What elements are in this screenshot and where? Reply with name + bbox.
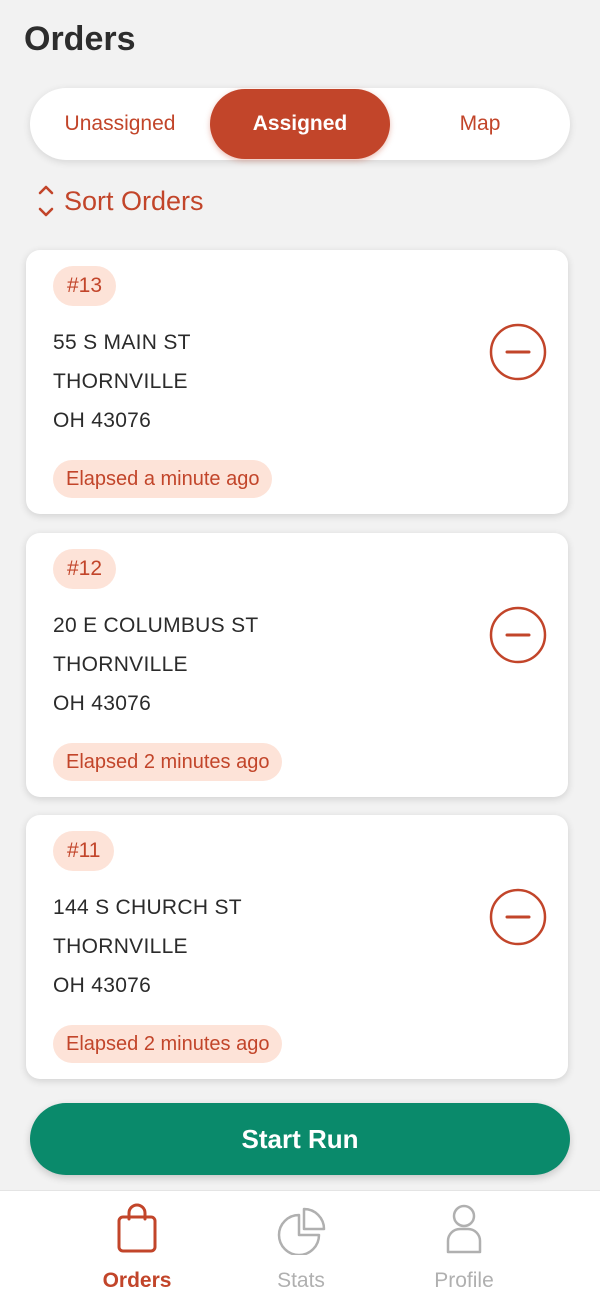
start-run-button[interactable]: Start Run (30, 1103, 570, 1175)
order-card[interactable]: #11 144 S CHURCH ST THORNVILLE OH 43076 … (26, 815, 568, 1079)
remove-order-icon[interactable] (488, 887, 548, 947)
order-card[interactable]: #12 20 E COLUMBUS ST THORNVILLE OH 43076… (26, 533, 568, 797)
order-tabs: Unassigned Assigned Map (30, 88, 570, 160)
elapsed-badge: Elapsed 2 minutes ago (53, 743, 283, 781)
bottom-nav: Orders Stats Profile (0, 1190, 600, 1299)
pie-chart-icon (277, 1207, 326, 1255)
nav-item-orders[interactable]: Orders (67, 1191, 207, 1299)
elapsed-badge: Elapsed 2 minutes ago (53, 1025, 283, 1063)
sort-updown-icon (38, 185, 54, 217)
order-city: THORNVILLE (53, 935, 188, 958)
nav-label-profile: Profile (434, 1269, 494, 1292)
order-state-zip: OH 43076 (53, 974, 152, 997)
remove-order-icon[interactable] (488, 322, 548, 382)
nav-label-orders: Orders (102, 1269, 172, 1292)
order-street: 20 E COLUMBUS ST (53, 614, 259, 637)
page-title: Orders (24, 20, 136, 58)
order-city: THORNVILLE (53, 370, 188, 393)
order-state-zip: OH 43076 (53, 409, 152, 432)
order-street: 55 S MAIN ST (53, 331, 191, 354)
order-city: THORNVILLE (53, 653, 188, 676)
nav-item-stats[interactable]: Stats (231, 1191, 371, 1299)
nav-item-profile[interactable]: Profile (394, 1191, 534, 1299)
order-number-badge: #12 (53, 549, 117, 589)
remove-order-icon[interactable] (488, 605, 548, 665)
order-number-badge: #13 (53, 266, 117, 306)
order-state-zip: OH 43076 (53, 692, 152, 715)
nav-label-stats: Stats (277, 1269, 325, 1292)
tab-map[interactable]: Map (390, 88, 570, 160)
sort-orders-button[interactable]: Sort Orders (36, 180, 204, 222)
tab-unassigned[interactable]: Unassigned (30, 88, 210, 160)
elapsed-badge: Elapsed a minute ago (53, 460, 273, 498)
order-street: 144 S CHURCH ST (53, 896, 242, 919)
order-card[interactable]: #13 55 S MAIN ST THORNVILLE OH 43076 Ela… (26, 250, 568, 514)
tab-assigned[interactable]: Assigned (210, 89, 390, 159)
sort-orders-label: Sort Orders (64, 185, 204, 216)
order-number-badge: #11 (53, 831, 115, 871)
shopping-bag-icon (117, 1203, 157, 1253)
person-icon (446, 1204, 482, 1254)
